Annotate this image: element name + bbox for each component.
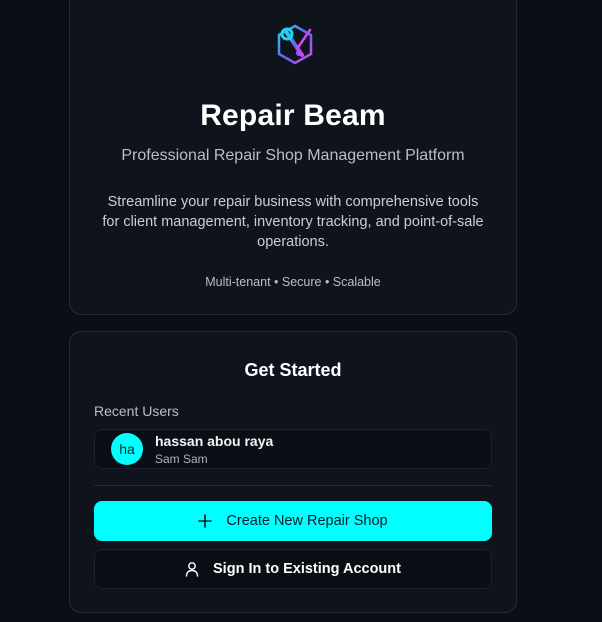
user-icon [185,561,199,577]
divider [94,485,492,486]
avatar: ha [111,433,143,465]
hero-card: Repair Beam Professional Repair Shop Man… [69,0,517,315]
app-description: Streamline your repair business with com… [102,194,484,250]
recent-user-item[interactable]: ha hassan abou raya Sam Sam [94,429,492,469]
wrench-hexagon-logo-icon [275,23,315,67]
get-started-card: Get Started Recent Users ha hassan abou … [69,331,517,613]
sign-in-label: Sign In to Existing Account [213,561,401,577]
recent-user-shop: Sam Sam [155,452,208,466]
get-started-title: Get Started [244,360,342,380]
recent-users-label: Recent Users [94,403,179,419]
plus-icon [198,514,213,528]
create-repair-shop-label: Create New Repair Shop [226,513,388,529]
app-title: Repair Beam [200,99,386,132]
feature-tags: Multi-tenant • Secure • Scalable [205,275,381,289]
recent-user-name: hassan abou raya [155,433,274,449]
app-subtitle: Professional Repair Shop Management Plat… [121,147,465,164]
sign-in-button[interactable]: Sign In to Existing Account [94,549,492,589]
create-repair-shop-button[interactable]: Create New Repair Shop [94,501,492,541]
